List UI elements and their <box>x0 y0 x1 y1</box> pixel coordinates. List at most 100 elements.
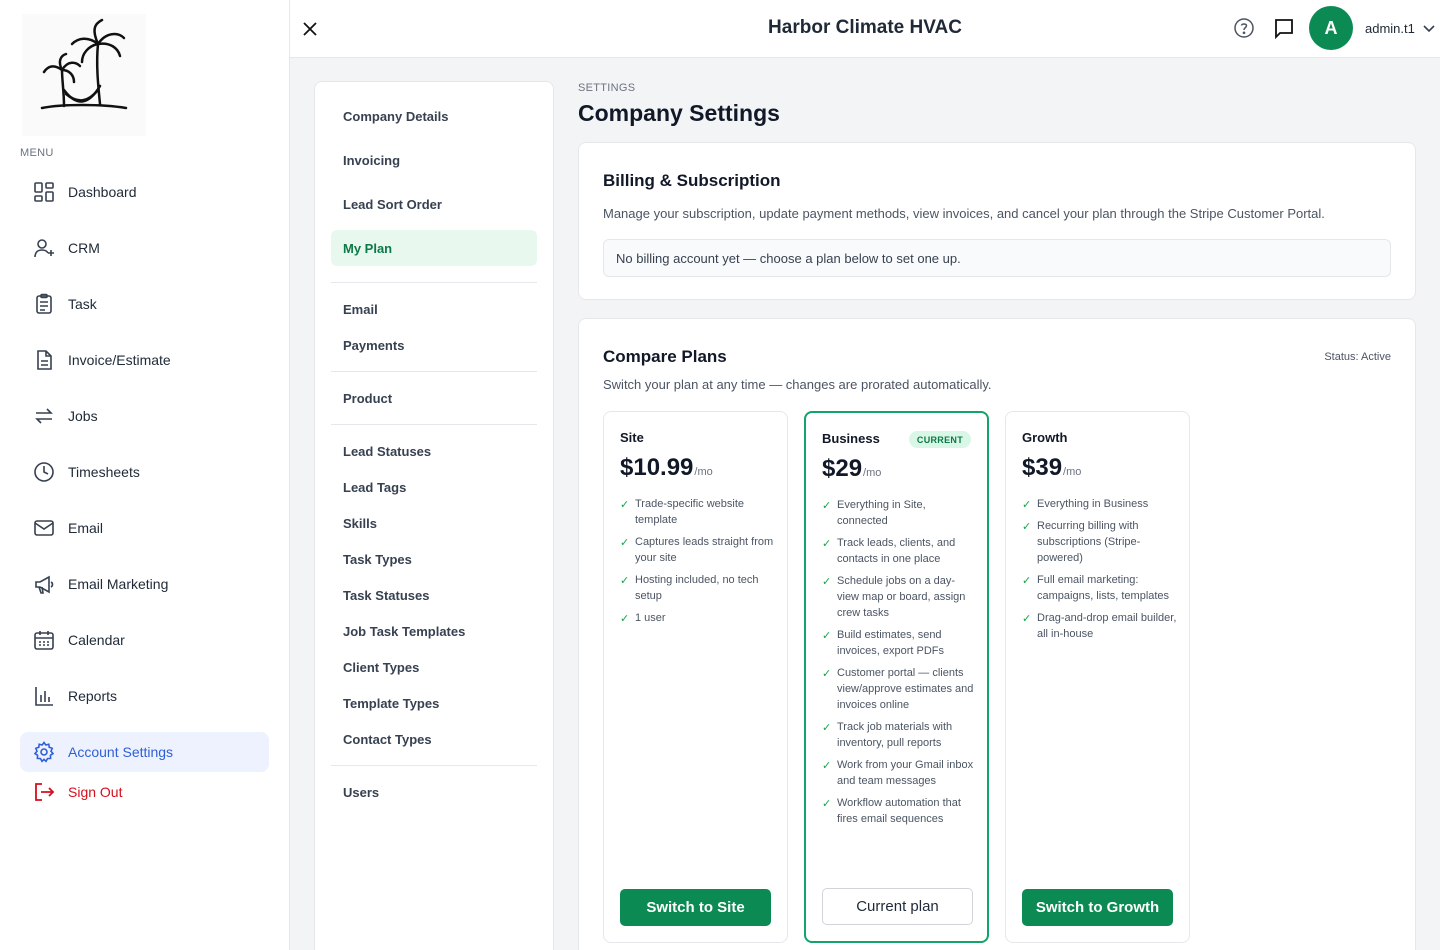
billing-note: No billing account yet — choose a plan b… <box>603 239 1391 277</box>
settings-nav-users[interactable]: Users <box>331 774 537 810</box>
app-title: Harbor Climate HVAC <box>768 17 962 38</box>
nav-item-jobs[interactable]: Jobs <box>20 396 269 436</box>
settings-nav-template-types[interactable]: Template Types <box>331 685 537 721</box>
top-header: Harbor Climate HVAC A admin.t1 <box>290 0 1440 58</box>
settings-nav-job-task-templates[interactable]: Job Task Templates <box>331 613 537 649</box>
nav-item-dashboard[interactable]: Dashboard <box>20 172 269 212</box>
check-icon: ✓ <box>1022 613 1032 625</box>
clipboard-icon <box>32 292 56 316</box>
compare-title: Compare Plans <box>603 347 727 366</box>
feature-item: ✓ Track job materials with inventory, pul… <box>822 721 953 749</box>
settings-nav-lead-tags[interactable]: Lead Tags <box>331 469 537 505</box>
nav-item-account-settings[interactable]: Account Settings <box>20 732 269 772</box>
nav-item-email[interactable]: Email <box>20 508 269 548</box>
menu-label: MENU <box>20 147 54 159</box>
bar-chart-icon <box>32 684 56 708</box>
nav-label: Email <box>68 520 104 536</box>
check-icon: ✓ <box>620 613 630 625</box>
nav-item-email-marketing[interactable]: Email Marketing <box>20 564 269 604</box>
help-icon <box>1234 18 1254 38</box>
divider <box>331 282 537 283</box>
user-name[interactable]: admin.t1 <box>1365 21 1415 36</box>
settings-nav-contact-types[interactable]: Contact Types <box>331 721 537 757</box>
check-icon: ✓ <box>1022 521 1032 533</box>
feature-item: ✓ Schedule jobs on a day-view map or boar… <box>822 575 966 619</box>
document-icon <box>32 348 56 372</box>
main-nav: Dashboard CRM Task Invoice/Estimate Jobs… <box>20 172 269 828</box>
messages-button[interactable] <box>1273 17 1297 41</box>
check-icon: ✓ <box>822 798 832 810</box>
feature-item: ✓ Hosting included, no tech setup <box>620 574 759 602</box>
nav-label: Invoice/Estimate <box>68 352 171 368</box>
chat-icon <box>1275 19 1293 40</box>
nav-label: Email Marketing <box>68 576 169 592</box>
clock-icon <box>32 460 56 484</box>
calendar-icon <box>32 628 56 652</box>
check-icon: ✓ <box>822 630 832 642</box>
nav-label: CRM <box>68 240 100 256</box>
billing-title: Billing & Subscription <box>603 171 781 190</box>
chevron-down-icon[interactable] <box>1422 22 1436 36</box>
avatar[interactable]: A <box>1309 6 1353 50</box>
plan-period: /mo <box>1063 466 1082 478</box>
settings-nav-lead-sort-order[interactable]: Lead Sort Order <box>331 186 537 222</box>
settings-nav-invoicing[interactable]: Invoicing <box>331 142 537 178</box>
compare-description: Switch your plan at any time — changes a… <box>603 377 992 392</box>
check-icon: ✓ <box>822 538 832 550</box>
feature-item: ✓ Customer portal — clients view/approve … <box>822 667 974 711</box>
nav-item-calendar[interactable]: Calendar <box>20 620 269 660</box>
plan-period: /mo <box>863 467 882 479</box>
plan-features: ✓ Everything in Business ✓ Recurring billi… <box>1022 496 1177 648</box>
swap-arrows-icon <box>32 404 56 428</box>
check-icon: ✓ <box>822 760 832 772</box>
page-title: Company Settings <box>578 100 780 126</box>
mail-icon <box>32 516 56 540</box>
nav-item-task[interactable]: Task <box>20 284 269 324</box>
nav-item-reports[interactable]: Reports <box>20 676 269 716</box>
divider <box>331 424 537 425</box>
plan-price: $39/mo <box>1022 454 1082 481</box>
settings-nav-client-types[interactable]: Client Types <box>331 649 537 685</box>
settings-nav-my-plan[interactable]: My Plan <box>331 230 537 266</box>
switch-to-site-button[interactable]: Switch to Site <box>620 889 771 926</box>
dashboard-icon <box>32 180 56 204</box>
check-icon: ✓ <box>822 500 832 512</box>
nav-item-invoice-estimate[interactable]: Invoice/Estimate <box>20 340 269 380</box>
feature-item: ✓ Recurring billing with subscriptions (S… <box>1022 520 1141 564</box>
settings-nav: Company Details Invoicing Lead Sort Orde… <box>314 81 554 950</box>
settings-nav-company-details[interactable]: Company Details <box>331 98 537 134</box>
check-icon: ✓ <box>620 537 630 549</box>
nav-label: Account Settings <box>68 744 174 760</box>
sign-out-button[interactable]: Sign Out <box>20 772 269 812</box>
plan-features: ✓ Everything in Site, connected ✓ Track le… <box>822 497 977 833</box>
switch-to-growth-button[interactable]: Switch to Growth <box>1022 889 1173 926</box>
settings-nav-email[interactable]: Email <box>331 291 537 327</box>
settings-nav-skills[interactable]: Skills <box>331 505 537 541</box>
company-logo[interactable] <box>22 14 146 136</box>
divider <box>331 371 537 372</box>
settings-nav-payments[interactable]: Payments <box>331 327 537 363</box>
check-icon: ✓ <box>1022 499 1032 511</box>
nav-item-crm[interactable]: CRM <box>20 228 269 268</box>
current-plan-button[interactable]: Current plan <box>822 888 973 925</box>
nav-item-timesheets[interactable]: Timesheets <box>20 452 269 492</box>
sign-out-icon <box>32 780 56 804</box>
feature-item: ✓ Full email marketing: campaigns, lists,… <box>1022 574 1170 602</box>
plan-card-growth: Growth $39/mo ✓ Everything in Business ✓ R… <box>1005 411 1190 943</box>
help-button[interactable] <box>1233 17 1257 41</box>
settings-nav-task-types[interactable]: Task Types <box>331 541 537 577</box>
settings-nav-lead-statuses[interactable]: Lead Statuses <box>331 433 537 469</box>
compare-plans-card: Compare Plans Status: Active Switch your… <box>578 318 1416 950</box>
feature-item: ✓ Build estimates, send invoices, export … <box>822 629 944 657</box>
check-icon: ✓ <box>822 576 832 588</box>
plan-status: Status: Active <box>1324 351 1391 363</box>
feature-item: ✓ Work from your Gmail inbox and team mes… <box>822 759 974 787</box>
nav-label: Calendar <box>68 632 125 648</box>
check-icon: ✓ <box>620 499 630 511</box>
settings-nav-product[interactable]: Product <box>331 380 537 416</box>
settings-nav-task-statuses[interactable]: Task Statuses <box>331 577 537 613</box>
breadcrumb: SETTINGS <box>578 82 636 94</box>
gear-icon <box>32 740 56 764</box>
megaphone-icon <box>32 572 56 596</box>
nav-label: Jobs <box>68 408 98 424</box>
